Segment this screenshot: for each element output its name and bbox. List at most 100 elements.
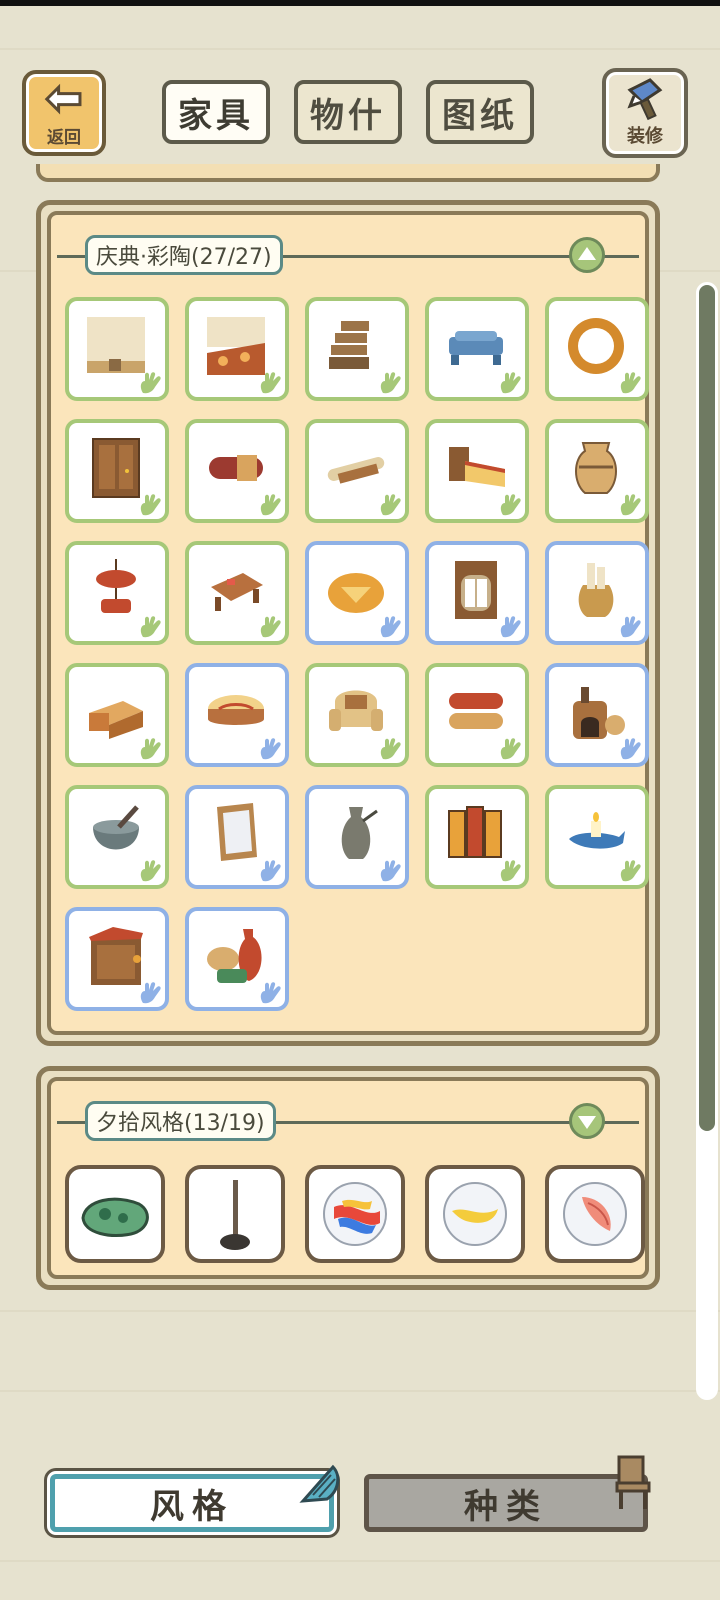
patterned-rug-icon <box>207 317 265 375</box>
hand-icon <box>620 372 641 394</box>
furniture-item[interactable] <box>545 297 649 401</box>
furniture-item[interactable] <box>545 663 649 767</box>
furniture-item[interactable] <box>65 541 169 645</box>
style-item[interactable] <box>425 1165 525 1263</box>
hand-icon <box>380 616 401 638</box>
scrollbar-thumb[interactable] <box>699 285 715 1131</box>
shelf-edge <box>36 164 660 182</box>
furniture-item[interactable] <box>185 663 289 767</box>
style-item[interactable] <box>305 1165 405 1263</box>
wooden-stairs-icon <box>329 321 369 369</box>
cabinet-icon <box>455 561 497 619</box>
furniture-item[interactable] <box>185 541 289 645</box>
hand-icon <box>500 372 521 394</box>
furniture-item[interactable] <box>425 541 529 645</box>
hand-icon <box>260 860 281 882</box>
tab-blueprints[interactable]: 图纸 <box>426 80 534 144</box>
section-title: 庆典·彩陶(27/27) <box>85 235 283 275</box>
dresser-icon <box>89 927 143 985</box>
hand-icon <box>620 860 641 882</box>
hand-icon <box>380 494 401 516</box>
blue-bench-icon <box>449 331 503 365</box>
decorate-button[interactable]: 装修 <box>602 68 688 158</box>
hand-icon <box>140 494 161 516</box>
wood-grain <box>0 1390 720 1392</box>
type-filter-label: 种类 <box>464 1486 548 1527</box>
paint-roller-icon <box>627 78 663 121</box>
furniture-item[interactable] <box>425 785 529 889</box>
style-item[interactable] <box>185 1165 285 1263</box>
hand-icon <box>500 494 521 516</box>
hand-icon <box>140 982 161 1004</box>
hand-icon <box>140 860 161 882</box>
back-button[interactable]: ⬅ 返回 <box>22 70 106 156</box>
furniture-item[interactable] <box>545 785 649 889</box>
ewer-icon <box>341 807 378 859</box>
furniture-item[interactable] <box>545 419 649 523</box>
furniture-item[interactable] <box>305 663 409 767</box>
section-panel-nostalgia: 夕拾风格(13/19) <box>36 1066 660 1290</box>
hand-icon <box>140 738 161 760</box>
furniture-item[interactable] <box>425 419 529 523</box>
style-item[interactable] <box>65 1165 165 1263</box>
oil-lamp-icon <box>569 812 625 849</box>
furniture-item[interactable] <box>65 663 169 767</box>
folding-screen-icon <box>448 806 502 858</box>
hand-icon <box>260 494 281 516</box>
mortar-pot-icon <box>93 805 139 850</box>
hand-icon <box>140 616 161 638</box>
pottery-kiln-icon <box>573 687 625 739</box>
chair-icon <box>615 1455 651 1509</box>
furniture-item[interactable] <box>425 297 529 401</box>
wood-grain <box>0 48 720 50</box>
section-panel-celebration: 庆典·彩陶(27/27) <box>36 200 660 1046</box>
clay-vase-icon <box>575 442 617 494</box>
hand-icon <box>380 372 401 394</box>
style-filter-button[interactable]: 风格 <box>50 1464 340 1532</box>
triangle-up-icon <box>578 247 596 260</box>
furniture-item[interactable] <box>185 907 289 1011</box>
round-cushion-icon <box>328 573 384 613</box>
item-grid <box>65 1165 645 1263</box>
furniture-item[interactable] <box>305 785 409 889</box>
expand-toggle-button[interactable] <box>569 1103 605 1139</box>
furniture-item[interactable] <box>65 785 169 889</box>
furniture-item[interactable] <box>65 297 169 401</box>
tab-furniture[interactable]: 家具 <box>162 80 270 144</box>
style-item[interactable] <box>545 1165 645 1263</box>
section-panel-inner: 庆典·彩陶(27/27) <box>47 211 649 1035</box>
scrollbar-track[interactable] <box>696 282 718 1400</box>
hand-icon <box>500 738 521 760</box>
stick-stand-icon <box>220 1180 250 1250</box>
scroll-jar-icon <box>578 563 614 617</box>
ornate-bed-icon <box>449 447 505 487</box>
furniture-item[interactable] <box>545 541 649 645</box>
standing-mirror-icon <box>217 803 257 861</box>
hand-icon <box>620 738 641 760</box>
hand-icon <box>620 494 641 516</box>
hand-icon <box>620 616 641 638</box>
furniture-item[interactable] <box>185 419 289 523</box>
section-panel-inner: 夕拾风格(13/19) <box>47 1077 649 1279</box>
furniture-item[interactable] <box>185 785 289 889</box>
tab-items[interactable]: 物什 <box>294 80 402 144</box>
type-filter-button[interactable]: 种类 <box>364 1455 651 1532</box>
yellow-marble-icon <box>443 1182 507 1246</box>
back-label: 返回 <box>47 127 81 148</box>
furniture-item[interactable] <box>305 297 409 401</box>
collapse-toggle-button[interactable] <box>569 237 605 273</box>
furniture-item[interactable] <box>185 297 289 401</box>
furniture-item[interactable] <box>65 419 169 523</box>
low-table-icon <box>211 573 263 611</box>
wood-grain <box>0 1310 720 1312</box>
wood-grain <box>0 1560 720 1562</box>
hand-icon <box>140 372 161 394</box>
open-box-icon <box>89 701 143 739</box>
furniture-item[interactable] <box>305 541 409 645</box>
furniture-item[interactable] <box>425 663 529 767</box>
furniture-item[interactable] <box>65 907 169 1011</box>
furniture-item[interactable] <box>305 419 409 523</box>
hand-icon <box>500 860 521 882</box>
hand-icon <box>260 616 281 638</box>
hand-icon <box>380 860 401 882</box>
